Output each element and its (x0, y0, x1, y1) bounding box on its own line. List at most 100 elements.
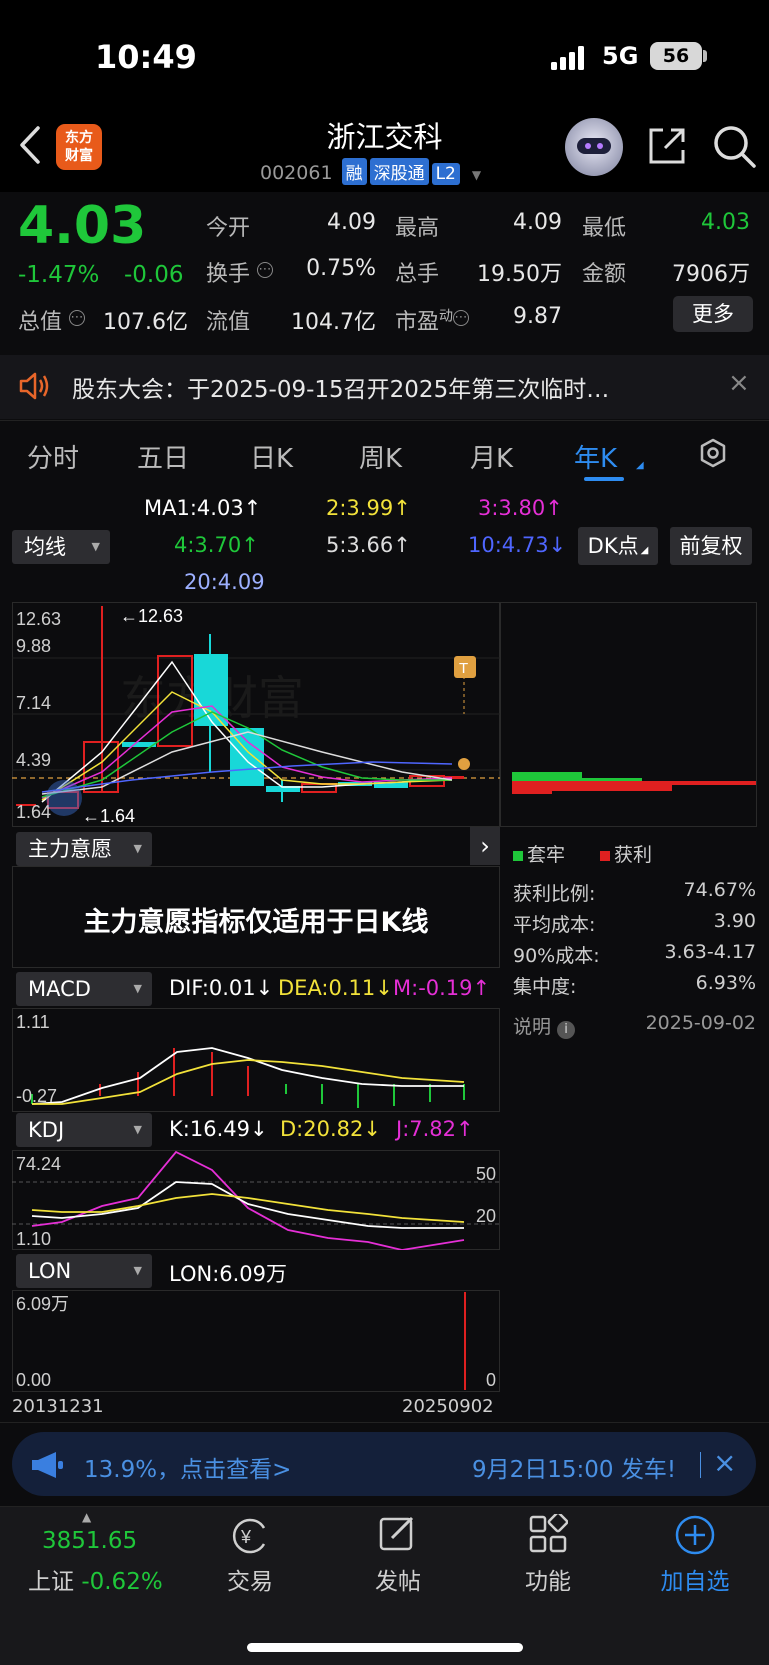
tag-connect: 深股通 (369, 158, 429, 185)
legend-profit: 获利 (600, 840, 652, 867)
macd-m: M:-0.19↑ (393, 976, 491, 1000)
concentration-label: 集中度: (513, 976, 577, 998)
high-value: 4.09 (513, 210, 562, 235)
chip-date: 2025-09-02 (645, 1012, 756, 1034)
kdj-ref-20: 20 (476, 1206, 496, 1226)
ma10-value: 10:4.73↓ (468, 533, 567, 557)
banner-text-left[interactable]: 13.9%，点击查看> (84, 1450, 291, 1484)
chevron-right-icon[interactable]: › (470, 827, 500, 865)
notice-text[interactable]: 股东大会：于2025-09-15召开2025年第三次临时… (72, 370, 609, 404)
kdj-selector[interactable]: KDJ ▼ (16, 1113, 152, 1147)
macd-y-top: 1.11 (16, 1012, 50, 1032)
kdj-y-bottom: 1.10 (16, 1229, 51, 1249)
volume-label: 总手 (395, 262, 440, 287)
info-icon[interactable]: ⋯ (453, 309, 470, 326)
gear-icon[interactable] (698, 438, 728, 468)
battery-tip (703, 50, 707, 62)
lon-selector[interactable]: LON ▼ (16, 1254, 152, 1288)
status-time: 10:49 (95, 38, 197, 76)
lon-chart[interactable]: 6.09万 0.00 0 (12, 1290, 500, 1392)
turnover-value: 0.75% (306, 256, 376, 281)
add-watchlist-icon[interactable] (674, 1514, 716, 1556)
share-icon[interactable] (645, 124, 689, 168)
y-label-4: 4.39 (16, 750, 51, 770)
apps-grid-icon[interactable] (528, 1514, 568, 1554)
tab-dropdown-icon: ◢ (636, 460, 644, 471)
adjust-button[interactable]: 前复权 (670, 527, 752, 565)
nav-add-watchlist[interactable]: 加自选 (635, 1562, 755, 1596)
zhuli-message: 主力意愿指标仅适用于日K线 (83, 907, 429, 938)
search-icon[interactable] (712, 124, 758, 170)
total-value-label: 总值 ⋯ (18, 309, 86, 335)
concentration-value: 6.93% (695, 972, 756, 994)
kdj-ref-50: 50 (476, 1164, 496, 1184)
tab-five-day[interactable]: 五日 (137, 438, 189, 475)
macd-selector[interactable]: MACD ▼ (16, 972, 152, 1006)
tab-intraday[interactable]: 分时 (27, 438, 79, 475)
signal-icon (551, 46, 584, 70)
tag-margin: 融 (341, 158, 367, 185)
robot-face (577, 138, 611, 154)
speaker-icon (19, 372, 49, 400)
amount-value: 7906万 (672, 262, 750, 287)
info-icon[interactable]: ⋯ (69, 309, 86, 326)
lon-value: LON:6.09万 (169, 1262, 288, 1286)
ma5-value: 5:3.66↑ (326, 533, 411, 557)
ma4-value: 4:3.70↑ (174, 533, 259, 557)
stock-code-row[interactable]: 002061 融深股通 L2 ▼ (260, 158, 481, 185)
float-value: 104.7亿 (291, 310, 376, 335)
nav-trade[interactable]: 交易 (190, 1562, 310, 1596)
tab-yearly-k[interactable]: 年K (574, 438, 617, 475)
divider (0, 1422, 769, 1423)
pe-label: 市盈动 ⋯ (395, 308, 470, 335)
macd-dif: DIF:0.01↓ (169, 976, 274, 1000)
macd-chart[interactable]: 1.11 -0.27 (12, 1008, 500, 1112)
kdj-k: K:16.49↓ (169, 1117, 268, 1141)
nav-functions[interactable]: 功能 (488, 1562, 608, 1596)
info-icon[interactable]: i (557, 1021, 576, 1039)
index-name[interactable]: 上证 -0.62% (28, 1562, 163, 1596)
tab-monthly-k[interactable]: 月K (470, 438, 513, 475)
tab-weekly-k[interactable]: 周K (359, 438, 402, 475)
stock-code: 002061 (260, 162, 333, 184)
amount-label: 金额 (582, 262, 627, 287)
change-amount: -0.06 (124, 262, 184, 288)
chip-distribution[interactable] (500, 602, 757, 827)
trade-icon[interactable]: ¥ (228, 1516, 272, 1556)
ma1-value: MA1:4.03↑ (144, 496, 262, 520)
kdj-chart[interactable]: 74.24 1.10 50 20 (12, 1150, 500, 1250)
zhuli-selector[interactable]: 主力意愿 ▼ (16, 832, 152, 866)
home-indicator[interactable] (247, 1643, 523, 1652)
nav-post[interactable]: 发帖 (338, 1562, 458, 1596)
cost90-value: 3.63-4.17 (664, 941, 756, 963)
info-icon[interactable]: ⋯ (257, 261, 274, 278)
dk-point-button[interactable]: DK点 ◢ (578, 527, 658, 565)
kdj-y-top: 74.24 (16, 1154, 61, 1174)
kline-chart[interactable]: 东方财富 T 12.63 9.88 7.14 4. (12, 602, 500, 827)
banner-text-right[interactable]: 9月2日15:00 发车! (472, 1450, 676, 1484)
index-value[interactable]: 3851.65 (42, 1528, 137, 1554)
pe-value: 9.87 (513, 304, 562, 329)
app-root: 10:49 5G 56 东方 财富 浙江交科 002061 融深股通 L2 ▼ 4… (0, 0, 769, 1665)
caret-up-icon: ▲ (82, 1510, 92, 1524)
ma20-value: 20:4.09 (184, 570, 265, 594)
lon-right-zero: 0 (486, 1370, 496, 1390)
note-label[interactable]: 说明 i (513, 1012, 576, 1039)
banner-close-icon[interactable]: × (713, 1446, 736, 1479)
avg-cost-label: 平均成本: (513, 914, 596, 936)
high-marker: ←12.63 (120, 606, 183, 626)
tab-daily-k[interactable]: 日K (250, 438, 293, 475)
more-button[interactable]: 更多 (673, 296, 753, 332)
y-label-3: 7.14 (16, 693, 51, 713)
total-value: 107.6亿 (103, 310, 188, 335)
last-price: 4.03 (18, 196, 147, 256)
date-start: 20131231 (12, 1396, 104, 1417)
notice-close-icon[interactable]: × (728, 368, 750, 398)
macd-dea: DEA:0.11↓ (278, 976, 393, 1000)
dropdown-triangle-icon: ▼ (471, 168, 482, 182)
post-icon[interactable] (378, 1514, 418, 1554)
active-tab-indicator (584, 477, 624, 481)
t-marker[interactable]: T (459, 660, 468, 677)
ma-selector[interactable]: 均线 ▼ (12, 530, 110, 564)
svg-text:¥: ¥ (240, 1527, 252, 1547)
